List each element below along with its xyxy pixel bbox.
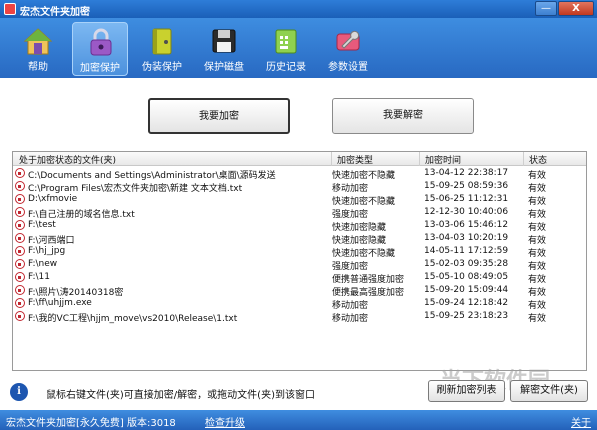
row-time: 13-04-12 22:38:17	[424, 168, 509, 178]
row-path: F:\test	[28, 220, 56, 230]
disk-icon	[212, 29, 236, 53]
app-logo-icon	[4, 3, 16, 15]
encrypted-files-list[interactable]: 处于加密状态的文件(夹) 加密类型 加密时间 状态 C:\Documents a…	[12, 151, 587, 371]
check-update-link[interactable]: 检查升级	[205, 414, 245, 429]
wrench-icon	[336, 30, 360, 51]
table-row[interactable]: C:\Documents and Settings\Administrator\…	[13, 167, 586, 181]
table-row[interactable]: F:\河西端口 快速加密隐藏 13-04-03 10:20:19 有效	[13, 232, 586, 246]
tool-protect-disk-label: 保护磁盘	[204, 62, 244, 73]
history-icon	[275, 29, 297, 54]
lock-icon	[15, 298, 25, 308]
row-path: F:\ff\uhjjm.exe	[28, 298, 92, 308]
table-row[interactable]: F:\hj_jpg 快速加密不隐藏 14-05-11 17:12:59 有效	[13, 245, 586, 259]
row-time: 14-05-11 17:12:59	[424, 246, 509, 256]
lock-icon	[15, 272, 25, 282]
toolbar: 帮助 加密保护 伪装保护 保护磁盘 历史记录 参数设置	[0, 18, 597, 78]
column-header-time[interactable]: 加密时间	[425, 153, 461, 166]
status-bar: 宏杰文件夹加密[永久免费] 版本:3018 检查升级 关于	[0, 410, 597, 430]
home-icon	[23, 28, 53, 55]
window-title: 宏杰文件夹加密	[20, 7, 90, 18]
info-icon: i	[10, 383, 28, 401]
encrypt-button[interactable]: 我要加密	[148, 98, 290, 134]
title-bar: 宏杰文件夹加密 — X	[0, 0, 597, 18]
table-row[interactable]: F:\照片\涛20140318密 便携最高强度加密 15-09-20 15:09:4…	[13, 284, 586, 298]
notebook-icon	[152, 28, 172, 55]
row-path: F:\11	[28, 272, 50, 282]
minimize-button[interactable]: —	[535, 1, 557, 16]
tool-help-label: 帮助	[28, 62, 48, 73]
table-row[interactable]: F:\ff\uhjjm.exe 移动加密 15-09-24 12:18:42 有效	[13, 297, 586, 311]
row-time: 15-09-25 08:59:36	[424, 181, 509, 191]
column-header-status[interactable]: 状态	[529, 153, 547, 166]
version-text: 宏杰文件夹加密[永久免费] 版本:3018	[6, 418, 176, 429]
lock-icon	[15, 181, 25, 191]
row-path: D:\xfmovie	[28, 194, 78, 204]
table-row[interactable]: D:\xfmovie 快速加密不隐藏 15-06-25 11:12:31 有效	[13, 193, 586, 207]
table-row[interactable]: F:\new 强度加密 15-02-03 09:35:28 有效	[13, 258, 586, 272]
tool-history[interactable]: 历史记录	[258, 22, 314, 76]
row-path: F:\我的VC工程\hjjm_move\vs2010\Release\1.txt	[28, 314, 238, 324]
row-time: 12-12-30 10:40:06	[424, 207, 509, 217]
row-time: 15-09-24 12:18:42	[424, 298, 509, 308]
row-status: 有效	[528, 314, 547, 324]
about-link[interactable]: 关于	[571, 414, 591, 429]
column-header-file[interactable]: 处于加密状态的文件(夹)	[19, 153, 116, 166]
lock-icon	[15, 311, 25, 321]
tool-settings[interactable]: 参数设置	[320, 22, 376, 76]
table-row[interactable]: F:\test 快速加密隐藏 13-03-06 15:46:12 有效	[13, 219, 586, 233]
row-path: F:\hj_jpg	[28, 246, 66, 256]
list-header: 处于加密状态的文件(夹) 加密类型 加密时间 状态	[13, 152, 586, 166]
table-row[interactable]: F:\自己注册的域名信息.txt 强度加密 12-12-30 10:40:06 有效	[13, 206, 586, 220]
decrypt-file-button[interactable]: 解密文件(夹)	[510, 380, 588, 402]
lock-icon	[15, 233, 25, 243]
row-type: 移动加密	[332, 314, 369, 324]
lock-icon	[90, 28, 112, 56]
decrypt-button[interactable]: 我要解密	[332, 98, 474, 134]
tool-disguise-protect[interactable]: 伪装保护	[134, 22, 190, 76]
lock-icon	[15, 168, 25, 178]
lock-icon	[15, 220, 25, 230]
close-button[interactable]: X	[558, 1, 594, 16]
row-time: 15-09-20 15:09:44	[424, 285, 509, 295]
tool-help[interactable]: 帮助	[10, 22, 66, 76]
row-time: 15-05-10 08:49:05	[424, 272, 509, 282]
lock-icon	[15, 246, 25, 256]
row-time: 15-02-03 09:35:28	[424, 259, 509, 269]
tool-disguise-protect-label: 伪装保护	[142, 62, 182, 73]
refresh-list-button[interactable]: 刷新加密列表	[428, 380, 505, 402]
main-panel: 我要加密 我要解密 处于加密状态的文件(夹) 加密类型 加密时间 状态 C:\D…	[0, 78, 597, 410]
tool-history-label: 历史记录	[266, 62, 306, 73]
table-row[interactable]: F:\11 便携普通强度加密 15-05-10 08:49:05 有效	[13, 271, 586, 285]
column-header-type[interactable]: 加密类型	[337, 153, 373, 166]
tool-encrypt-protect-label: 加密保护	[80, 63, 120, 74]
hint-text: 鼠标右键文件(夹)可直接加密/解密，或拖动文件(夹)到该窗口	[46, 390, 315, 401]
lock-icon	[15, 259, 25, 269]
row-time: 15-06-25 11:12:31	[424, 194, 509, 204]
tool-encrypt-protect[interactable]: 加密保护	[72, 22, 128, 76]
table-row[interactable]: F:\我的VC工程\hjjm_move\vs2010\Release\1.txt…	[13, 310, 586, 324]
lock-icon	[15, 194, 25, 204]
row-time: 13-03-06 15:46:12	[424, 220, 509, 230]
row-time: 13-04-03 10:20:19	[424, 233, 509, 243]
lock-icon	[15, 285, 25, 295]
tool-settings-label: 参数设置	[328, 62, 368, 73]
table-row[interactable]: C:\Program Files\宏杰文件夹加密\新建 文本文档.txt 移动加密…	[13, 180, 586, 194]
row-path: F:\new	[28, 259, 58, 269]
row-time: 15-09-25 23:18:23	[424, 311, 509, 321]
lock-icon	[15, 207, 25, 217]
tool-protect-disk[interactable]: 保护磁盘	[196, 22, 252, 76]
